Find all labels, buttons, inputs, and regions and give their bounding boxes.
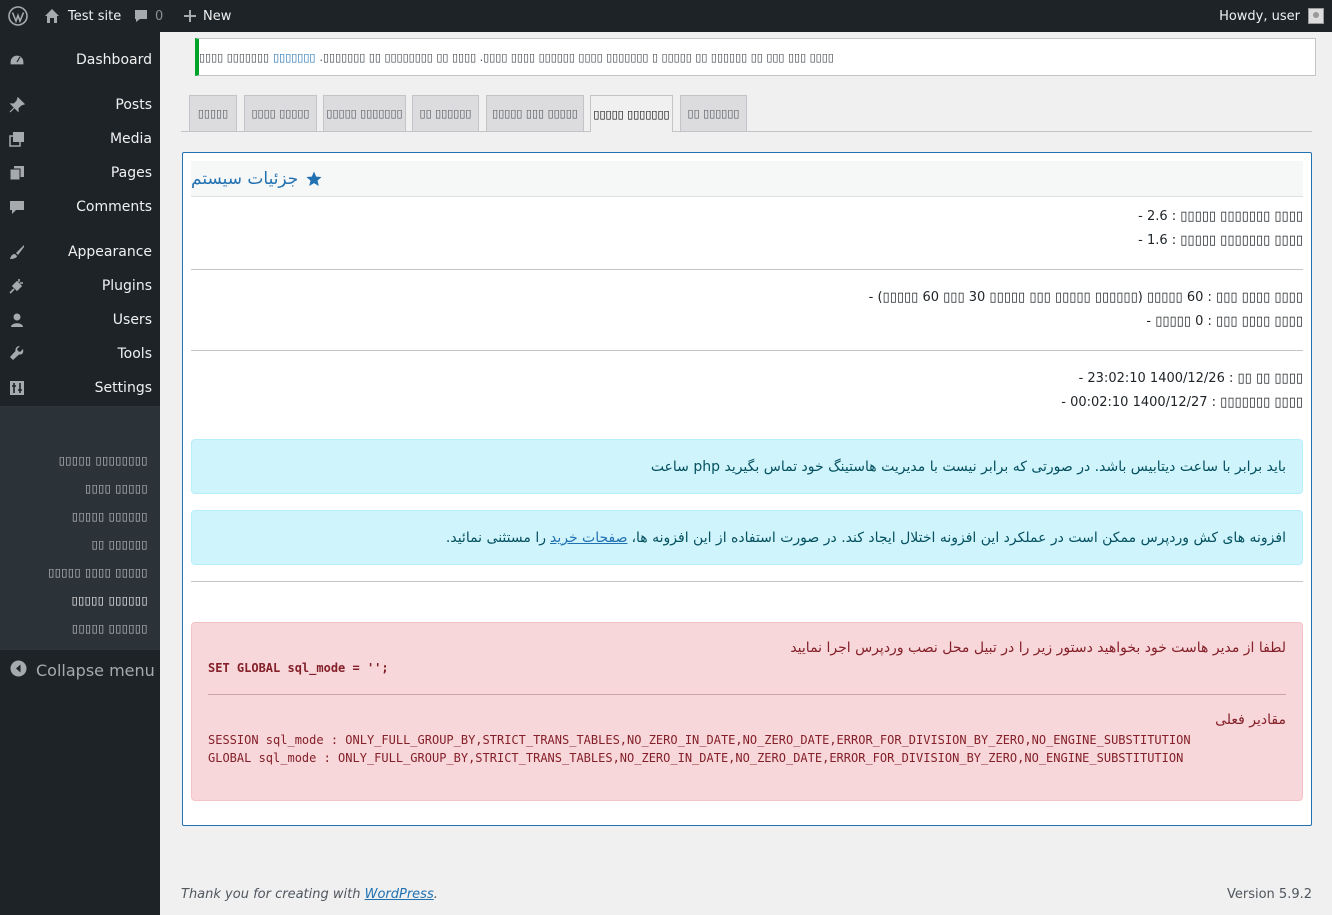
menu-label: Tools (117, 346, 153, 362)
footer-thanks: Thank you for creating with WordPress. (181, 887, 438, 902)
brush-icon (9, 244, 25, 260)
new-content-link[interactable]: New (183, 0, 231, 32)
info-line: ▯▯▯▯ ▯▯▯▯▯▯▯ ▯▯▯▯▯ : 1.6 - (1138, 233, 1303, 248)
collapse-menu-label: Collapse menu (36, 660, 155, 680)
menu-item-dashboard[interactable]: Dashboard (0, 43, 160, 77)
wordpress-link[interactable]: WordPress (365, 887, 434, 902)
plus-icon (183, 9, 197, 23)
sql-mode-alert: لطفا از مدیر هاست خود بخواهید دستور زیر … (191, 622, 1303, 801)
menu-label: Settings (94, 380, 152, 396)
cache-alert-text-after: را مستثنی نمائید. (445, 529, 546, 546)
tab-item-active[interactable]: ▯▯▯▯▯ ▯▯▯▯▯▯▯ (590, 95, 673, 132)
divider (191, 269, 1303, 270)
menu-item-plugins[interactable]: Plugins (0, 269, 160, 303)
success-notice: ▯▯▯▯ ▯▯▯ ▯▯▯ ▯▯ ▯▯▯▯▯▯ ▯▯ ▯▯▯▯▯ ▯ ▯▯▯▯▯▯… (195, 38, 1316, 76)
current-values-label: مقادیر فعلی (1215, 712, 1286, 728)
menu-item-posts[interactable]: Posts (0, 88, 160, 122)
cache-alert-text-before: افزونه های کش وردپرس ممکن است در عملکرد … (631, 529, 1287, 546)
plugin-submenu: ▯▯▯▯▯ ▯▯▯▯▯▯▯▯ ▯▯▯▯ ▯▯▯▯▯ ▯▯▯▯▯ ▯▯▯▯▯▯ ▯… (0, 406, 160, 650)
notice-text-before: ▯▯▯▯▯▯▯ ▯▯▯▯ (199, 50, 270, 64)
settings-icon (9, 380, 25, 396)
info-line: ▯▯▯▯ ▯▯▯▯▯▯▯ ▯▯▯▯▯ : 2.6 - (1138, 209, 1303, 224)
sql-command: SET GLOBAL sql_mode = ''; (208, 661, 389, 675)
submenu-item[interactable]: ▯▯▯▯▯ ▯▯▯▯▯▯ (0, 502, 160, 530)
pin-icon (9, 97, 25, 113)
tab-item[interactable]: ▯▯▯▯ ▯▯▯▯▯ (244, 95, 317, 131)
cache-plugin-alert: افزونه های کش وردپرس ممکن است در عملکرد … (191, 510, 1303, 565)
menu-item-pages[interactable]: Pages (0, 156, 160, 190)
settings-tabs: ▯▯▯▯▯ ▯▯▯▯ ▯▯▯▯▯ ▯▯▯▯▯ ▯▯▯▯▯▯▯ ▯▯ ▯▯▯▯▯▯… (181, 95, 1312, 132)
comment-bubble-icon (133, 8, 149, 24)
system-details-box: جزئیات سیستم ▯▯▯▯ ▯▯▯▯▯▯▯ ▯▯▯▯▯ : 2.6 - … (182, 152, 1312, 826)
php-time-alert: باید برابر با ساعت دیتابیس باشد. در صورت… (191, 439, 1303, 494)
info-line: ▯▯▯▯ ▯▯▯▯ ▯▯▯ : 0 ▯▯▯▯▯ - (1146, 314, 1303, 329)
menu-label: Plugins (101, 278, 152, 294)
menu-label: Posts (115, 97, 152, 113)
comments-count: 0 (155, 8, 164, 24)
divider (191, 350, 1303, 351)
php-time-alert-text: باید برابر با ساعت دیتابیس باشد. در صورت… (650, 458, 1286, 475)
menu-item-users[interactable]: Users (0, 303, 160, 337)
divider (191, 581, 1303, 582)
box-title: جزئیات سیستم (191, 168, 299, 189)
submenu-item[interactable]: ▯▯▯▯ ▯▯▯▯▯ (0, 474, 160, 502)
tab-item[interactable]: ▯▯▯▯▯ (189, 95, 237, 131)
site-name-label: Test site (68, 8, 122, 24)
purchase-pages-link[interactable]: صفحات خرید (550, 530, 628, 546)
plugin-icon (9, 278, 25, 294)
tab-item[interactable]: ▯▯▯▯▯ ▯▯▯ ▯▯▯▯▯ (486, 95, 584, 131)
info-line: ▯▯▯▯ ▯▯▯▯ ▯▯▯ : 60 ▯▯▯▯▯ (▯▯▯▯▯▯ ▯▯▯▯▯ ▯… (868, 290, 1303, 305)
global-sql-mode: GLOBAL sql_mode : ONLY_FULL_GROUP_BY,STR… (208, 751, 1184, 765)
menu-label: Appearance (67, 244, 152, 260)
dashboard-icon (9, 52, 25, 68)
tab-item[interactable]: ▯▯▯▯▯ ▯▯▯▯▯▯▯ (323, 95, 406, 131)
info-line: ▯▯▯▯ ▯▯▯▯▯▯▯ : 1400/12/27 00:02:10 - (1061, 395, 1303, 410)
collapse-menu-button[interactable]: Collapse menu (0, 652, 160, 688)
menu-label: Users (112, 312, 152, 328)
home-icon (44, 8, 60, 24)
submenu-item[interactable]: ▯▯▯▯▯ ▯▯▯▯▯▯ (0, 614, 160, 642)
new-label: New (203, 8, 232, 24)
sql-mode-instruction: لطفا از مدیر هاست خود بخواهید دستور زیر … (790, 640, 1286, 656)
submenu-item[interactable]: ▯▯▯▯▯ ▯▯▯▯ ▯▯▯▯▯ (0, 558, 160, 586)
comment-icon (9, 199, 25, 215)
user-icon (9, 312, 25, 328)
footer-version: Version 5.9.2 (1226, 887, 1312, 902)
menu-label: Pages (110, 165, 152, 181)
info-line: ▯▯▯▯ ▯▯ ▯▯ : 1400/12/26 23:02:10 - (1078, 371, 1303, 386)
menu-item-appearance[interactable]: Appearance (0, 235, 160, 269)
comments-link[interactable]: 0 (133, 0, 163, 32)
box-header: جزئیات سیستم (191, 161, 1303, 197)
session-sql-mode: SESSION sql_mode : ONLY_FULL_GROUP_BY,ST… (208, 733, 1191, 747)
menu-item-media[interactable]: Media (0, 122, 160, 156)
notice-link[interactable]: ▯▯▯▯▯▯▯ (273, 51, 315, 64)
star-icon (306, 171, 322, 187)
footer-period: . (433, 887, 438, 902)
wordpress-logo-icon[interactable] (6, 0, 30, 32)
collapse-arrow-icon (10, 660, 27, 677)
wrench-icon (9, 346, 25, 362)
howdy-label: Howdy, user (1219, 8, 1300, 24)
menu-label: Media (109, 131, 152, 147)
footer-thanks-text: Thank you for creating with (181, 887, 361, 902)
submenu-item-active[interactable]: ▯▯▯▯▯ ▯▯▯▯▯▯ (0, 586, 160, 614)
menu-item-settings[interactable]: Settings (0, 371, 160, 405)
menu-label: Comments (76, 199, 152, 215)
admin-bar: Test site 0 New Howdy, user (0, 0, 1332, 32)
notice-text-after: ▯▯▯▯ ▯▯▯ ▯▯▯ ▯▯ ▯▯▯▯▯▯ ▯▯ ▯▯▯▯▯ ▯ ▯▯▯▯▯▯… (319, 50, 834, 64)
divider (208, 694, 1286, 695)
menu-label: Dashboard (76, 52, 152, 68)
tab-item[interactable]: ▯▯ ▯▯▯▯▯▯ (412, 95, 479, 131)
pages-icon (9, 165, 25, 181)
avatar (1308, 8, 1324, 24)
my-account-link[interactable]: Howdy, user (1219, 0, 1324, 32)
submenu-item[interactable]: ▯▯ ▯▯▯▯▯▯ (0, 530, 160, 558)
tab-item[interactable]: ▯▯ ▯▯▯▯▯▯ (680, 95, 747, 131)
menu-item-comments[interactable]: Comments (0, 190, 160, 224)
media-icon (9, 131, 25, 147)
submenu-item[interactable]: ▯▯▯▯▯ ▯▯▯▯▯▯▯▯ (0, 446, 160, 474)
menu-item-tools[interactable]: Tools (0, 337, 160, 371)
site-name-link[interactable]: Test site (44, 0, 121, 32)
